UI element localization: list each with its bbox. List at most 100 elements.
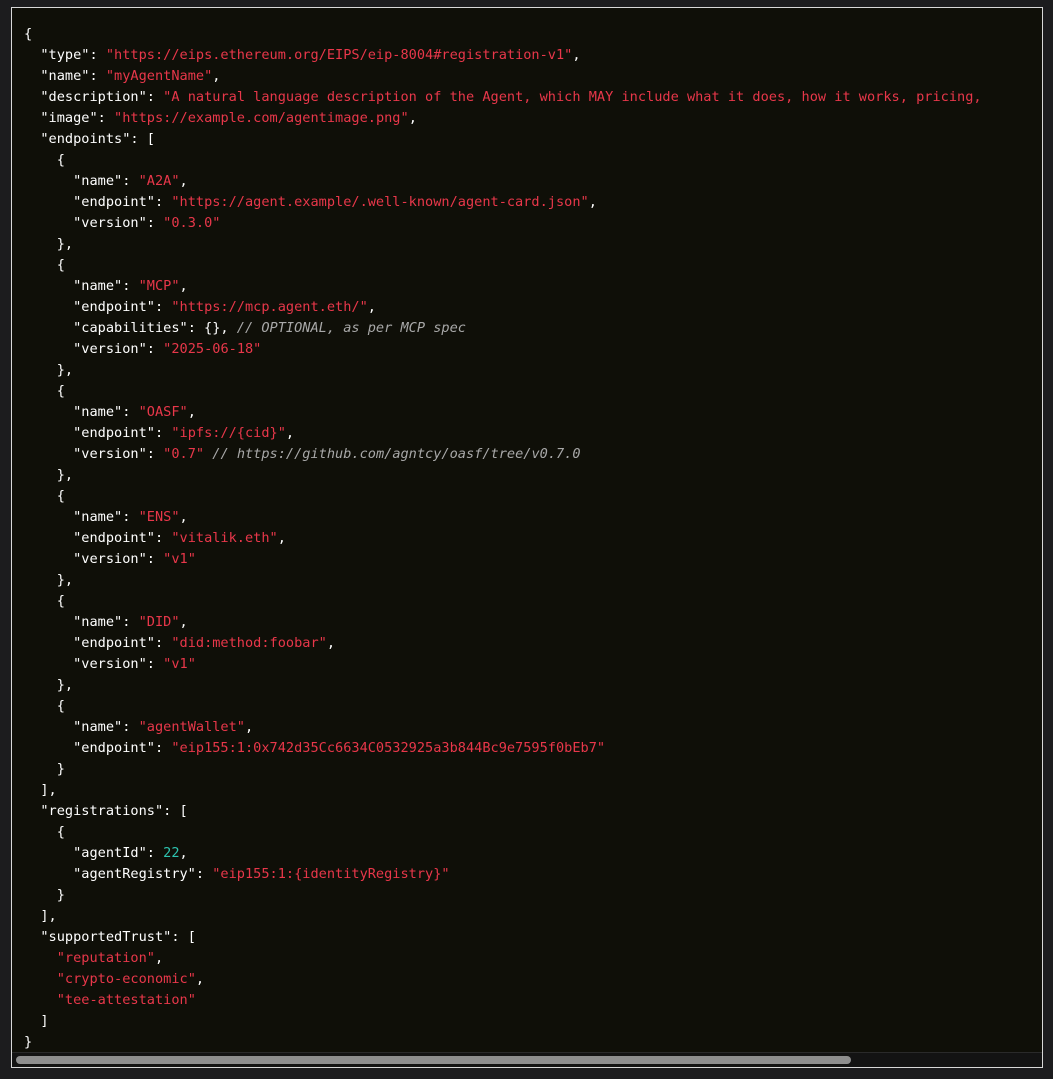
code-line: }: [24, 885, 982, 906]
json-punctuation: [24, 929, 40, 945]
json-punctuation: ,: [179, 278, 188, 294]
json-punctuation: [24, 866, 73, 882]
code-line: },: [24, 234, 982, 255]
json-code: { "type": "https://eips.ethereum.org/EIP…: [24, 24, 982, 1053]
json-punctuation: [24, 530, 73, 546]
code-line: "name": "A2A",: [24, 171, 982, 192]
json-punctuation: :: [89, 47, 106, 63]
json-punctuation: : [: [171, 929, 196, 945]
code-line: "version": "v1": [24, 549, 982, 570]
json-punctuation: :: [122, 173, 139, 189]
code-line: }: [24, 1032, 982, 1053]
json-key: "name": [73, 614, 123, 630]
json-punctuation: },: [24, 236, 74, 252]
json-key: "image": [40, 110, 98, 126]
json-string: "v1": [163, 656, 196, 672]
json-key: "version": [73, 551, 147, 567]
json-punctuation: [24, 110, 40, 126]
horizontal-scrollbar[interactable]: [12, 1052, 1042, 1067]
json-punctuation: [24, 215, 73, 231]
json-string: "ENS": [138, 509, 180, 525]
json-punctuation: ,: [572, 47, 581, 63]
json-string: "https://example.com/agentimage.png": [114, 110, 409, 126]
json-punctuation: :: [154, 299, 172, 315]
json-punctuation: :: [89, 68, 106, 84]
json-punctuation: {: [24, 152, 65, 168]
json-string: "A natural language description of the A…: [163, 89, 982, 105]
json-punctuation: ,: [212, 68, 221, 84]
json-punctuation: [24, 614, 73, 630]
code-line: },: [24, 465, 982, 486]
json-punctuation: :: [154, 530, 172, 546]
json-punctuation: [24, 635, 73, 651]
json-punctuation: [24, 551, 73, 567]
json-punctuation: :: [154, 194, 172, 210]
json-punctuation: },: [24, 572, 74, 588]
code-line: "supportedTrust": [: [24, 927, 982, 948]
json-punctuation: : {},: [187, 320, 237, 336]
json-key: "version": [73, 341, 147, 357]
json-key: "endpoint": [73, 194, 155, 210]
json-punctuation: ,: [195, 971, 205, 987]
json-key: "endpoint": [73, 740, 155, 756]
json-punctuation: ,: [408, 110, 417, 126]
json-punctuation: {: [24, 824, 65, 840]
json-string: "reputation": [56, 950, 155, 966]
json-punctuation: :: [122, 278, 139, 294]
json-punctuation: [24, 47, 40, 63]
json-string: "0.7": [163, 446, 205, 462]
code-line: "endpoint": "did:method:foobar",: [24, 633, 982, 654]
json-string: "0.3.0": [163, 215, 221, 231]
json-punctuation: [24, 803, 40, 819]
json-punctuation: :: [97, 110, 115, 126]
json-punctuation: :: [154, 740, 172, 756]
code-line: "endpoint": "ipfs://{cid}",: [24, 423, 982, 444]
json-punctuation: :: [122, 614, 139, 630]
json-punctuation: [24, 89, 40, 105]
json-key: "name": [73, 278, 123, 294]
code-line: "version": "0.3.0": [24, 213, 982, 234]
json-punctuation: [24, 299, 73, 315]
json-string: "2025-06-18": [163, 341, 262, 357]
json-punctuation: ,: [187, 404, 196, 420]
json-punctuation: {: [24, 257, 65, 273]
json-string: "vitalik.eth": [171, 530, 278, 546]
code-line: },: [24, 675, 982, 696]
json-string: "OASF": [138, 404, 188, 420]
json-key: "name": [73, 719, 123, 735]
code-line: {: [24, 381, 982, 402]
json-key: "name": [73, 173, 123, 189]
code-line: "reputation",: [24, 948, 982, 969]
code-line: "registrations": [: [24, 801, 982, 822]
json-punctuation: [24, 404, 73, 420]
code-line: "type": "https://eips.ethereum.org/EIPS/…: [24, 45, 982, 66]
code-line: "tee-attestation": [24, 990, 982, 1011]
json-string: "A2A": [138, 173, 180, 189]
json-punctuation: ,: [154, 950, 164, 966]
json-string: "eip155:1:0x742d35Cc6634C0532925a3b844Bc…: [171, 740, 606, 756]
json-key: "name": [73, 404, 123, 420]
json-punctuation: [24, 509, 73, 525]
json-key: "description": [40, 89, 147, 105]
scrollbar-thumb[interactable]: [16, 1056, 851, 1064]
json-punctuation: ,: [277, 530, 286, 546]
code-line: "name": "OASF",: [24, 402, 982, 423]
code-line: "capabilities": {}, // OPTIONAL, as per …: [24, 318, 982, 339]
json-punctuation: :: [154, 425, 172, 441]
json-punctuation: [24, 320, 73, 336]
json-key: "type": [40, 47, 90, 63]
code-line: "crypto-economic",: [24, 969, 982, 990]
json-punctuation: ,: [179, 173, 188, 189]
code-line: "endpoints": [: [24, 129, 982, 150]
json-key: "agentRegistry": [73, 866, 196, 882]
code-comment: // OPTIONAL, as per MCP spec: [236, 320, 466, 336]
json-string: "ipfs://{cid}": [171, 425, 286, 441]
code-line: {: [24, 822, 982, 843]
code-line: "name": "DID",: [24, 612, 982, 633]
json-punctuation: :: [122, 509, 139, 525]
json-punctuation: ],: [24, 908, 57, 924]
json-punctuation: :: [146, 845, 164, 861]
json-punctuation: ,: [588, 194, 597, 210]
json-punctuation: [24, 950, 57, 966]
json-punctuation: }: [24, 761, 65, 777]
